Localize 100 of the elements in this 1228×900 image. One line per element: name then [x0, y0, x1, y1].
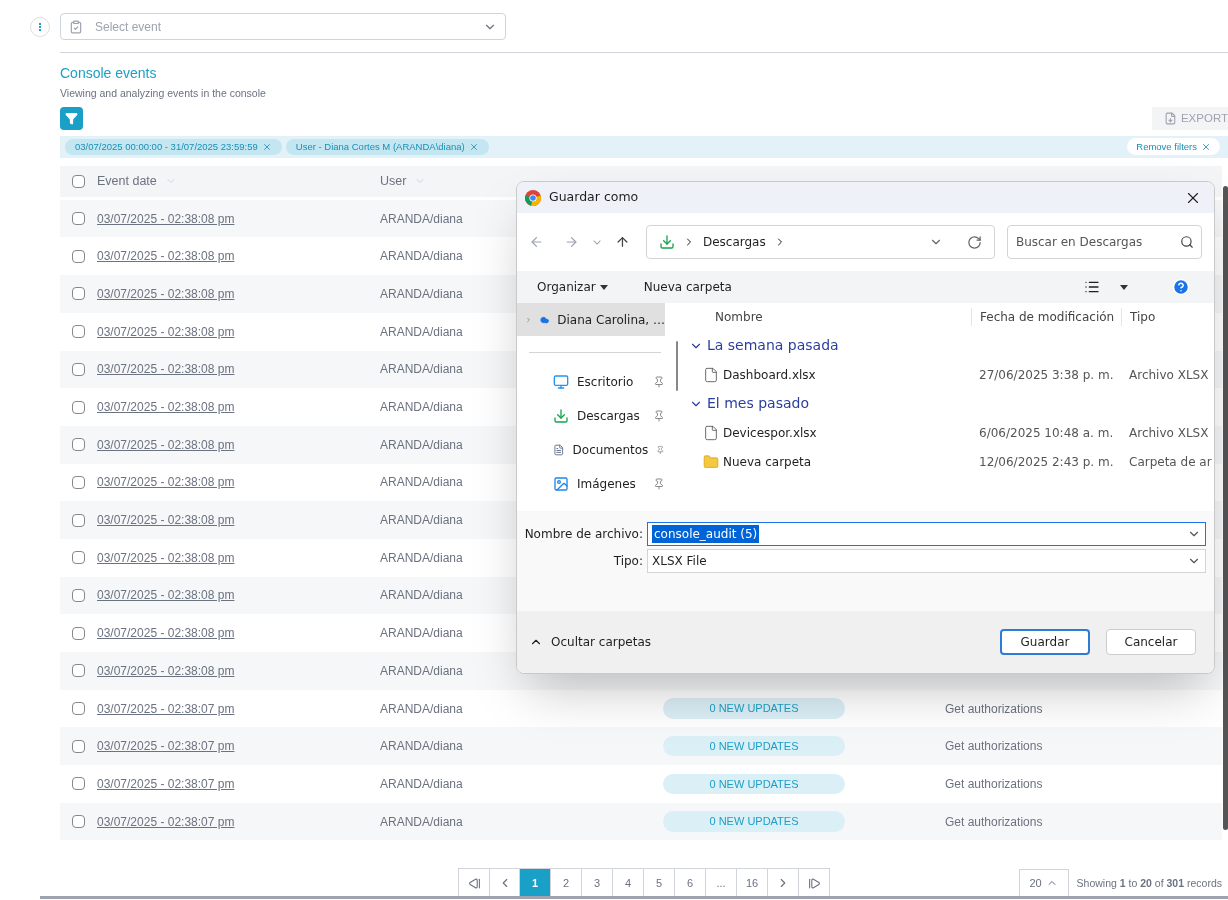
event-date-link[interactable]: 03/07/2025 - 02:38:07 pm [97, 814, 235, 829]
pin-icon [656, 444, 665, 456]
field-label: Nombre de archivo: [523, 526, 643, 543]
file-icon [703, 366, 719, 383]
file-icon [703, 424, 719, 441]
row-checkbox[interactable] [72, 325, 85, 339]
column-header[interactable]: Event date [97, 171, 157, 191]
row-checkbox[interactable] [72, 739, 85, 753]
records-summary: Showing 1 to 20 of 301 records [1076, 875, 1222, 891]
filter-chip[interactable]: 03/07/2025 00:00:00 - 31/07/2025 23:59:59 [65, 138, 282, 155]
row-checkbox[interactable] [72, 626, 85, 640]
modified-date: 12/06/2025 2:43 p. m. [978, 453, 1115, 471]
scrollbar[interactable] [1223, 186, 1228, 830]
cancel-button[interactable]: Cancelar [1106, 629, 1196, 655]
event-date-link[interactable]: 03/07/2025 - 02:38:08 pm [97, 588, 235, 603]
nav-item[interactable]: Escritorio [517, 365, 673, 399]
file-icon [1164, 112, 1177, 126]
pin-icon [653, 410, 665, 422]
event-date-link[interactable]: 03/07/2025 - 02:38:08 pm [97, 437, 235, 452]
filter-chip[interactable]: User - Diana Cortes M (ARANDA\diana) [285, 138, 489, 155]
row-checkbox[interactable] [72, 400, 85, 414]
row-checkbox[interactable] [72, 815, 85, 829]
file-type: Archivo XLSX [1128, 366, 1209, 384]
row-checkbox[interactable] [72, 287, 85, 301]
view-icon[interactable] [1084, 279, 1100, 295]
row-checkbox[interactable] [72, 475, 85, 489]
user-cell: ARANDA/diana [380, 324, 463, 339]
user-cell: ARANDA/diana [380, 211, 463, 226]
nav-item[interactable]: Descargas [517, 399, 673, 433]
close-icon [1201, 141, 1211, 152]
search-field[interactable]: Buscar en Descargas [1006, 225, 1202, 259]
user-cell: ARANDA/diana [380, 286, 463, 301]
page-button[interactable]: 1 [520, 868, 551, 898]
download-icon [658, 234, 675, 250]
row-checkbox[interactable] [72, 777, 85, 791]
row-checkbox[interactable] [72, 438, 85, 452]
nav-item[interactable]: Documentos [517, 433, 673, 467]
event-date-link[interactable]: 03/07/2025 - 02:38:08 pm [97, 400, 235, 415]
event-date-link[interactable]: 03/07/2025 - 02:38:08 pm [97, 626, 235, 641]
event-select[interactable]: Select event [60, 13, 506, 40]
event-date-link[interactable]: 03/07/2025 - 02:38:07 pm [97, 701, 235, 716]
image-icon [553, 476, 569, 492]
help-icon[interactable] [1172, 278, 1190, 296]
file-name[interactable]: Devicespor.xlsx [723, 423, 817, 442]
filter-button[interactable] [60, 107, 83, 131]
file-name[interactable]: Dashboard.xlsx [723, 365, 816, 384]
breadcrumb-item[interactable]: Descargas [702, 233, 766, 251]
event-date-link[interactable]: 03/07/2025 - 02:38:07 pm [97, 776, 235, 791]
file-type-select[interactable]: XLSX File [647, 549, 1206, 573]
clipboard-icon [69, 19, 83, 34]
event-date-link[interactable]: 03/07/2025 - 02:38:08 pm [97, 550, 235, 565]
organize-button[interactable]: Organizar [537, 278, 608, 296]
save-button[interactable]: Guardar [1000, 629, 1090, 655]
column-header[interactable]: User [380, 171, 407, 191]
address-bar[interactable]: Descargas [645, 225, 995, 259]
search-icon [1180, 235, 1194, 249]
file-type: Carpeta de ar [1128, 453, 1212, 471]
row-checkbox[interactable] [72, 702, 85, 716]
event-date-link[interactable]: 03/07/2025 - 02:38:08 pm [97, 362, 235, 377]
nav-item[interactable]: Diana Carolina, … [517, 303, 665, 336]
filename-field[interactable]: console_audit (5) [647, 522, 1206, 546]
row-checkbox[interactable] [72, 588, 85, 602]
event-date-link[interactable]: 03/07/2025 - 02:38:08 pm [97, 211, 235, 226]
dialog-title: Guardar como [549, 188, 640, 207]
event-date-link[interactable]: 03/07/2025 - 02:38:08 pm [97, 286, 235, 301]
event-date-link[interactable]: 03/07/2025 - 02:38:07 pm [97, 739, 235, 754]
up-icon[interactable] [615, 234, 630, 250]
row-checkbox[interactable] [72, 249, 85, 263]
event-date-link[interactable]: 03/07/2025 - 02:38:08 pm [97, 324, 235, 339]
refresh-icon[interactable] [966, 234, 982, 250]
user-cell: ARANDA/diana [380, 249, 463, 264]
row-checkbox[interactable] [72, 551, 85, 565]
row-checkbox[interactable] [72, 513, 85, 527]
column-header[interactable]: Tipo [1121, 308, 1156, 326]
event-date-link[interactable]: 03/07/2025 - 02:38:08 pm [97, 249, 235, 264]
remove-filters-button[interactable]: Remove filters [1127, 138, 1220, 156]
row-checkbox[interactable] [72, 664, 85, 678]
row-checkbox[interactable] [72, 212, 85, 226]
file-type: Archivo XLSX [1128, 424, 1209, 442]
new-folder-button[interactable]: Nueva carpeta [643, 278, 732, 296]
modified-date: 6/06/2025 10:48 a. m. [978, 424, 1115, 442]
column-header[interactable]: Nombre [681, 308, 971, 326]
modified-date: 27/06/2025 3:38 p. m. [978, 366, 1115, 384]
pin-icon [653, 376, 665, 388]
file-name[interactable]: Nueva carpeta [723, 452, 812, 471]
event-date-link[interactable]: 03/07/2025 - 02:38:08 pm [97, 475, 235, 490]
user-cell: ARANDA/diana [380, 437, 463, 452]
back-icon[interactable] [529, 234, 544, 250]
select-all-checkbox[interactable] [72, 174, 85, 188]
event-date-link[interactable]: 03/07/2025 - 02:38:08 pm [97, 663, 235, 678]
column-header[interactable]: Fecha de modificación [971, 308, 1121, 326]
nav-item[interactable]: Imágenes [517, 467, 673, 501]
desktop-icon [553, 374, 569, 390]
hide-folders-button[interactable]: Ocultar carpetas [529, 633, 651, 651]
user-cell: ARANDA/diana [380, 663, 463, 678]
caret-icon[interactable] [1120, 284, 1128, 290]
user-cell: ARANDA/diana [380, 362, 463, 377]
section-subtitle: Viewing and analyzing events in the console [60, 86, 267, 101]
event-date-link[interactable]: 03/07/2025 - 02:38:08 pm [97, 513, 235, 528]
row-checkbox[interactable] [72, 362, 85, 376]
